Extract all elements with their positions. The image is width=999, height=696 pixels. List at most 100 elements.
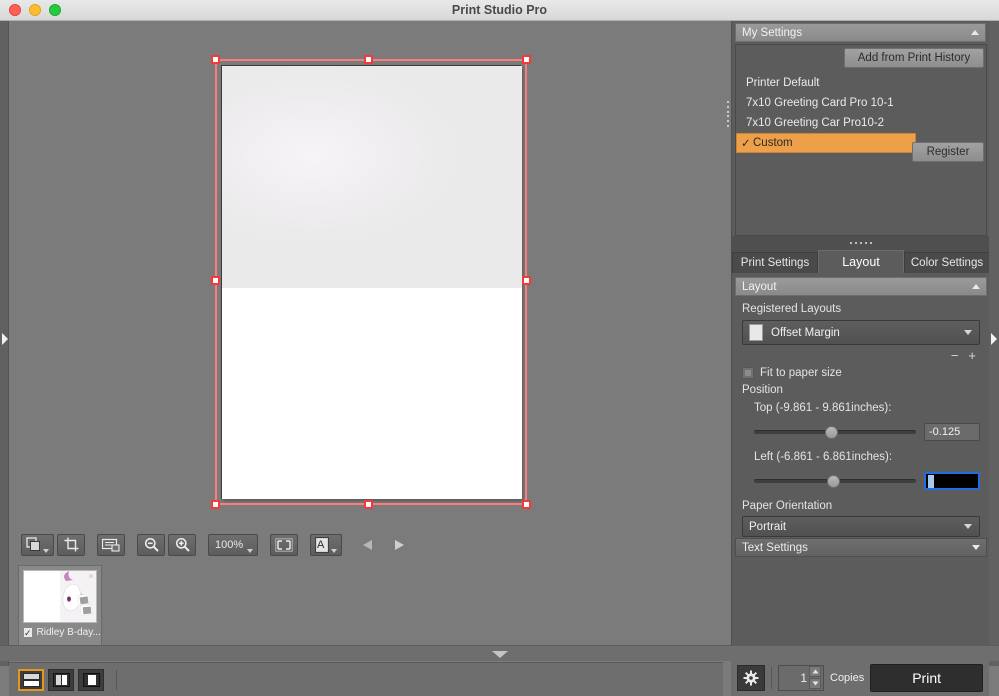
zoom-level-dropdown[interactable]: 100%	[208, 533, 259, 556]
text-tool-button[interactable]: A	[310, 533, 343, 556]
view-split-right-icon	[82, 672, 100, 687]
fit-to-window-icon	[275, 537, 293, 552]
chevron-down-icon[interactable]	[964, 330, 972, 335]
chevron-right-icon[interactable]	[2, 333, 8, 345]
print-bar: 1 Copies Print	[731, 658, 989, 696]
layout-pane: Layout Registered Layouts Offset Margin …	[732, 273, 990, 563]
collapse-down-icon[interactable]	[492, 651, 508, 658]
zoom-in-icon	[175, 537, 190, 552]
next-page-button[interactable]	[385, 534, 413, 556]
top-position-slider-thumb[interactable]	[825, 426, 839, 439]
left-position-label: Left (-6.861 - 6.861inches):	[754, 451, 893, 463]
chevron-down-icon[interactable]	[43, 548, 49, 553]
print-button[interactable]: Print	[870, 663, 983, 692]
page-blank-area	[222, 288, 522, 499]
window-title: Print Studio Pro	[451, 3, 548, 17]
position-label: Position	[742, 384, 783, 396]
settings-item-greeting-card-10-1[interactable]: 7x10 Greeting Card Pro 10-1	[736, 93, 986, 113]
select-tool-button[interactable]	[21, 533, 54, 556]
crop-tool-button[interactable]	[57, 533, 85, 556]
toolbar-group-fit	[270, 533, 299, 556]
view-mode-split-right-button[interactable]	[78, 668, 104, 691]
view-mode-bar	[9, 662, 723, 696]
chevron-down-icon[interactable]	[964, 524, 972, 529]
left-position-slider[interactable]	[754, 475, 916, 488]
window-titlebar: Print Studio Pro	[0, 0, 999, 21]
chevron-down-icon[interactable]	[331, 548, 338, 553]
photo-image[interactable]: ✦ ✦ ✦ ✦ ✦ ✦ ✦	[222, 66, 522, 288]
thumbnail-item[interactable]: ✓ Ridley B-day...	[18, 565, 102, 647]
my-settings-header[interactable]: My Settings	[735, 23, 986, 42]
chevron-up-icon[interactable]	[972, 284, 980, 289]
panel-resize-grip-horizontal[interactable]	[732, 236, 990, 250]
print-settings-button[interactable]	[737, 664, 765, 691]
copies-input[interactable]: 1	[778, 664, 824, 691]
settings-item-printer-default[interactable]: Printer Default	[736, 73, 986, 93]
top-position-input[interactable]: -0.125	[924, 423, 980, 441]
view-mode-single-button[interactable]	[18, 668, 44, 691]
registered-layouts-label: Registered Layouts	[742, 303, 842, 315]
layout-add-remove-controls: − +	[742, 348, 980, 363]
chevron-down-icon[interactable]	[247, 548, 254, 553]
paper-orientation-dropdown[interactable]: Portrait	[742, 516, 980, 537]
svg-text:A: A	[317, 539, 325, 551]
remove-layout-button[interactable]: −	[951, 348, 959, 363]
copies-decrement-button[interactable]	[809, 678, 821, 689]
fit-to-paper-size-checkbox[interactable]	[742, 367, 754, 379]
thumbnail-checkbox[interactable]: ✓	[23, 627, 33, 638]
resize-handle-bottom-right[interactable]	[522, 500, 531, 509]
tab-print-settings[interactable]: Print Settings	[732, 252, 818, 273]
settings-tabs: Print Settings Layout Color Settings	[732, 250, 990, 273]
tab-color-settings[interactable]: Color Settings	[904, 252, 990, 273]
previous-page-button[interactable]	[354, 534, 382, 556]
crop-icon	[64, 537, 78, 552]
thumbnail-artwork	[24, 571, 96, 622]
zoom-in-button[interactable]	[168, 533, 196, 556]
copies-stepper[interactable]	[809, 666, 821, 689]
resize-handle-bottom-left[interactable]	[211, 500, 220, 509]
register-button[interactable]: Register	[912, 142, 984, 162]
chevron-right-icon[interactable]	[991, 333, 997, 345]
previous-page-icon	[363, 539, 373, 550]
bottom-bar	[0, 645, 999, 661]
copies-increment-button[interactable]	[809, 666, 821, 677]
left-panel-collapse-strip[interactable]	[0, 21, 9, 666]
thumbnail-label-row: ✓ Ridley B-day...	[23, 627, 101, 638]
toolbar-group-nav	[354, 534, 413, 556]
page-sheet[interactable]: ✦ ✦ ✦ ✦ ✦ ✦ ✦	[221, 65, 522, 499]
text-settings-title: Text Settings	[742, 541, 808, 554]
resize-handle-mid-left[interactable]	[211, 276, 220, 285]
left-position-input[interactable]	[924, 472, 980, 490]
text-settings-header[interactable]: Text Settings	[735, 538, 987, 557]
settings-item-greeting-card-10-2[interactable]: 7x10 Greeting Car Pro10-2	[736, 113, 986, 133]
chevron-down-icon[interactable]	[972, 545, 980, 550]
app-body: ✦ ✦ ✦ ✦ ✦ ✦ ✦	[0, 21, 999, 696]
settings-panel: My Settings Add from Print History Print…	[727, 21, 990, 666]
view-mode-split-left-button[interactable]	[48, 668, 74, 691]
page-setup-button[interactable]	[97, 533, 125, 556]
zoom-out-button[interactable]	[137, 533, 165, 556]
chevron-up-icon[interactable]	[971, 30, 979, 35]
panel-resize-grip-vertical[interactable]	[725, 99, 731, 129]
resize-handle-top-right[interactable]	[522, 55, 531, 64]
top-position-slider[interactable]	[754, 426, 916, 439]
resize-handle-mid-right[interactable]	[522, 276, 531, 285]
registered-layouts-dropdown[interactable]: Offset Margin	[742, 320, 980, 345]
left-position-slider-thumb[interactable]	[826, 475, 840, 488]
thumbnail-image[interactable]	[23, 570, 97, 623]
resize-handle-bottom-center[interactable]	[364, 500, 373, 509]
resize-handle-top-center[interactable]	[364, 55, 373, 64]
registered-layouts-value: Offset Margin	[771, 326, 840, 339]
gear-icon	[743, 670, 759, 685]
page-sheet-wrapper: ✦ ✦ ✦ ✦ ✦ ✦ ✦	[221, 65, 522, 499]
thumbnail-strip: ✓ Ridley B-day...	[9, 563, 723, 658]
resize-handle-top-left[interactable]	[211, 55, 220, 64]
settings-item-custom[interactable]: ✓ Custom	[736, 133, 916, 153]
add-from-print-history-button[interactable]: Add from Print History	[844, 48, 984, 68]
tab-layout[interactable]: Layout	[818, 250, 904, 273]
fit-to-window-button[interactable]	[270, 533, 299, 556]
right-panel-collapse-strip[interactable]	[989, 21, 999, 666]
layout-section-header[interactable]: Layout	[735, 277, 987, 296]
view-split-left-icon	[52, 672, 70, 687]
add-layout-button[interactable]: +	[968, 348, 976, 363]
